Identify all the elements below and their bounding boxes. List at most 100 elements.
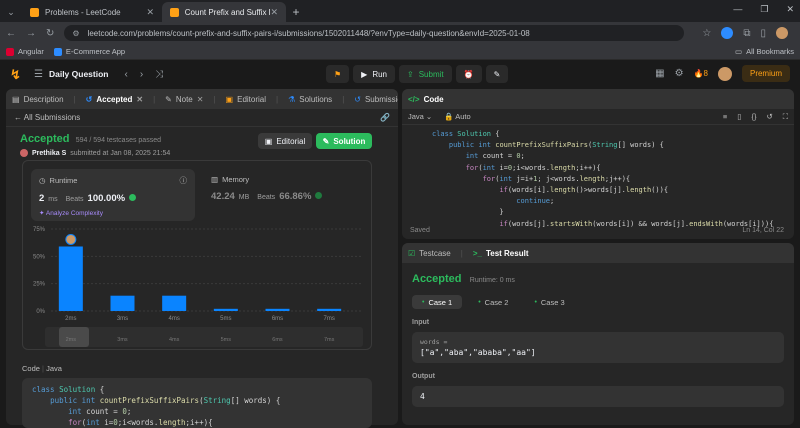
tab-solutions[interactable]: ⚗ Solutions	[288, 95, 332, 104]
code-editor[interactable]: class Solution { public int countPrefixS…	[402, 125, 794, 228]
tab-code[interactable]: </> Code	[408, 95, 444, 104]
chart-bar[interactable]	[317, 308, 342, 311]
nav-right: ▦ ⚙ 🔥8 Premium	[655, 65, 790, 82]
chart-bar[interactable]	[110, 295, 135, 311]
puzzle-icon[interactable]: ⧉	[743, 28, 750, 39]
leetcode-navbar: ↯ ☰ Daily Question ‹ › ⤨ ⚑ ▶ Run ⇪ Submit …	[0, 60, 800, 88]
chart-xtick-label: 6ms	[272, 316, 283, 322]
memory-unit: MB	[238, 194, 250, 201]
language-select[interactable]: Java ⌄	[408, 112, 432, 121]
notes-button[interactable]: ✎	[485, 65, 509, 83]
history-icon: ↺	[354, 94, 361, 104]
sidebar-icon[interactable]: ▯	[761, 28, 767, 39]
close-window-icon[interactable]: ✕	[786, 4, 794, 15]
list-icon[interactable]: ☰	[34, 69, 43, 80]
testcases-passed: 594 / 594 testcases passed	[75, 137, 161, 144]
new-tab-icon[interactable]: +	[286, 2, 306, 22]
chart-bar[interactable]	[58, 246, 83, 311]
tab-editorial[interactable]: ▣ Editorial	[226, 95, 266, 104]
debug-button[interactable]: ⚑	[326, 65, 350, 83]
arrow-left-icon: ←	[14, 113, 22, 122]
reset-icon[interactable]: ↺	[766, 112, 772, 122]
settings-icon[interactable]: ⚙	[675, 68, 684, 79]
leetcode-logo-icon[interactable]: ↯	[10, 67, 24, 82]
browser-tab-current[interactable]: Count Prefix and Suffix Pairs I - ✕	[162, 2, 286, 22]
input-value: ["a","aba","ababa","aa"]	[420, 348, 536, 357]
close-icon[interactable]: ✕	[146, 7, 154, 18]
editor-code-line: public int countPrefixSuffixPairs(String…	[448, 141, 664, 150]
chart-strip-label: 3ms	[117, 337, 128, 343]
tab-accepted[interactable]: ↺ Accepted ✕	[86, 95, 143, 104]
bookmark-icon[interactable]: ▯	[737, 112, 741, 122]
browser-tab-problems[interactable]: Problems - LeetCode ✕	[22, 2, 162, 22]
fullscreen-icon[interactable]: ⛶	[783, 112, 788, 122]
ecommerce-icon	[53, 47, 62, 56]
minimize-icon[interactable]: —	[733, 4, 742, 15]
sparkle-icon: ✦	[39, 210, 45, 217]
braces-icon[interactable]: {}	[751, 112, 756, 122]
user-avatar[interactable]	[717, 66, 732, 81]
result-tabs: ☑ Testcase | >_ Test Result	[402, 243, 794, 263]
next-question-icon[interactable]: ›	[140, 69, 143, 80]
runtime-unit: ms	[48, 196, 58, 203]
flask-icon: ⚗	[288, 94, 296, 104]
back-icon[interactable]: ←	[6, 28, 16, 39]
editorial-button[interactable]: ▣ Editorial	[258, 133, 312, 149]
chart-bar[interactable]	[162, 295, 187, 311]
case-3-tab[interactable]: • Case 3	[524, 295, 574, 309]
check-icon	[129, 194, 137, 201]
bookmark-ecommerce[interactable]: E-Commerce App	[53, 47, 125, 56]
submission-author: Prethika S submitted at Jan 08, 2025 21:…	[20, 149, 384, 157]
star-icon[interactable]: ☆	[702, 28, 711, 39]
close-icon[interactable]: ✕	[197, 95, 204, 104]
submit-button[interactable]: ⇪ Submit	[399, 65, 452, 83]
tab-test-result[interactable]: >_ Test Result	[473, 249, 529, 258]
restore-icon[interactable]: ❐	[760, 4, 768, 15]
tab-testcase[interactable]: ☑ Testcase	[408, 249, 451, 258]
shuffle-icon[interactable]: ⤨	[155, 69, 163, 80]
tab-submissions[interactable]: ↺Submissions	[354, 95, 398, 104]
tab-search-icon[interactable]: ⌄	[0, 2, 22, 22]
extension-icon[interactable]	[721, 27, 734, 39]
bookmark-angular[interactable]: Angular	[6, 47, 44, 56]
all-bookmarks[interactable]: ▭ All Bookmarks	[735, 47, 794, 56]
site-info-icon[interactable]: ⚙	[72, 29, 79, 38]
close-icon[interactable]: ✕	[270, 7, 278, 18]
auto-mode[interactable]: 🔒 Auto	[444, 112, 470, 121]
case-2-tab[interactable]: • Case 2	[468, 295, 518, 309]
format-icon[interactable]: ≡	[723, 112, 727, 122]
forward-icon[interactable]: →	[26, 28, 36, 39]
premium-button[interactable]: Premium	[741, 65, 790, 82]
close-icon[interactable]: ✕	[136, 95, 143, 104]
chart-bar[interactable]	[213, 308, 238, 311]
submitted-code: class Solution { public int countPrefixS…	[22, 378, 372, 428]
streak-counter[interactable]: 🔥8	[694, 69, 708, 78]
run-button[interactable]: ▶ Run	[353, 65, 396, 83]
author-name[interactable]: Prethika S	[32, 150, 66, 157]
all-submissions-link[interactable]: ← All Submissions	[14, 113, 80, 122]
case-1-tab[interactable]: • Case 1	[412, 295, 463, 309]
chart-range-strip[interactable]	[45, 327, 363, 347]
link-icon[interactable]: 🔗	[380, 113, 390, 122]
info-icon[interactable]: ⓘ	[180, 175, 188, 186]
reload-icon[interactable]: ↻	[46, 28, 54, 39]
analyze-complexity-link[interactable]: ✦ Analyze Complexity	[39, 209, 187, 217]
runtime-card[interactable]: ◷ Runtime ⓘ 2 ms Beats 100.00% ✦ Analyze C…	[31, 169, 195, 221]
chart-strip-label: 4ms	[169, 337, 180, 343]
bookmarks-bar: Angular E-Commerce App ▭ All Bookmarks	[0, 44, 800, 60]
solution-button[interactable]: ✎ Solution	[316, 133, 372, 149]
history-icon: ↺	[85, 94, 93, 104]
memory-card[interactable]: ▥ Memory 42.24 MB Beats 66.86%	[203, 169, 363, 221]
chart-strip-label: 5ms	[221, 337, 232, 343]
timer-button[interactable]: ⏰	[455, 65, 482, 83]
editor-code-line: for(int i=0;i<words.length;i++){	[465, 163, 601, 172]
tab-description[interactable]: ▤ Description	[12, 95, 64, 104]
layout-icon[interactable]: ▦	[655, 68, 664, 79]
chart-bar[interactable]	[265, 308, 290, 311]
tab-note[interactable]: ✎ Note ✕	[165, 95, 203, 104]
profile-avatar[interactable]	[776, 27, 789, 39]
url-field[interactable]: ⚙ leetcode.com/problems/count-prefix-and…	[64, 25, 685, 41]
daily-question-title[interactable]: Daily Question	[49, 69, 109, 79]
prev-question-icon[interactable]: ‹	[124, 69, 127, 80]
input-box: words = ["a","aba","ababa","aa"]	[412, 332, 784, 363]
